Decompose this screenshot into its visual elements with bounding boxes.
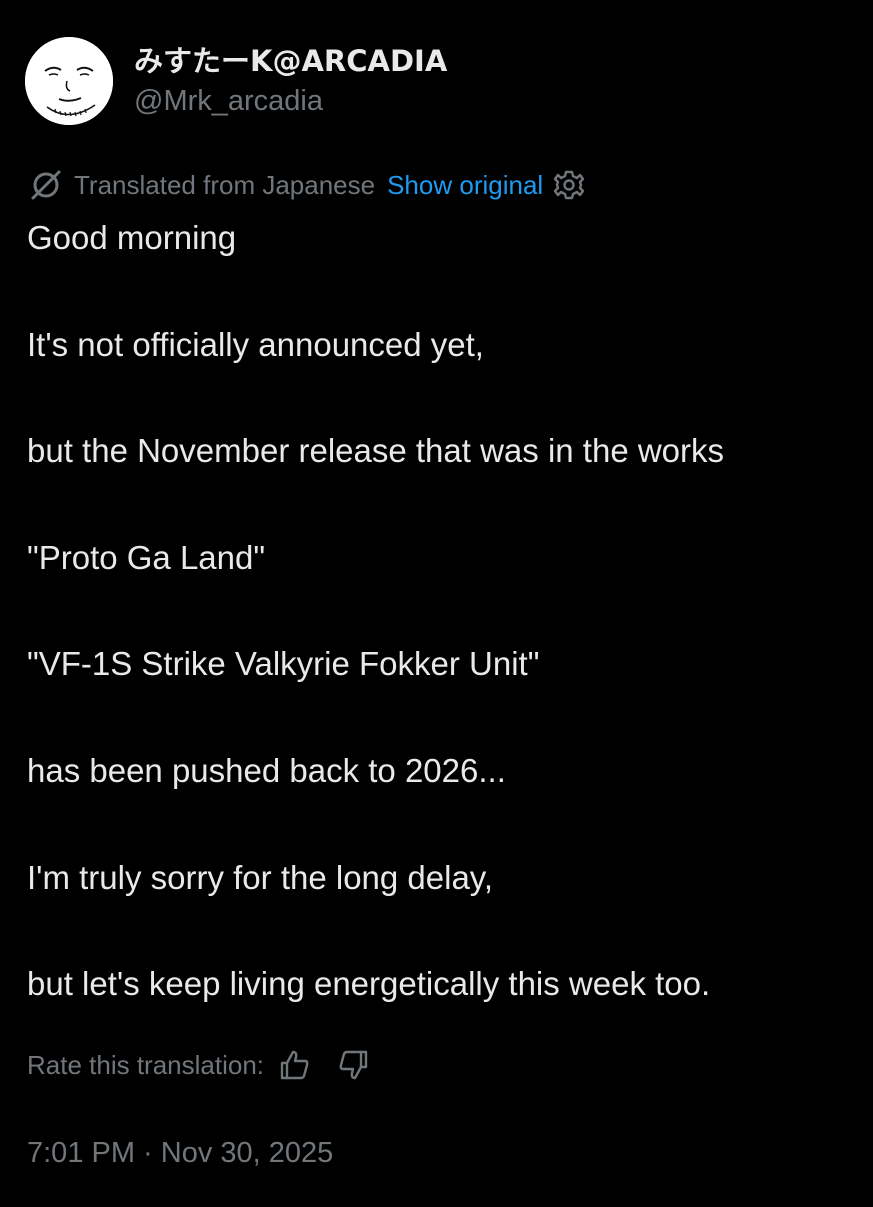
gear-icon[interactable]	[551, 167, 587, 203]
tweet-header: みすたーK@ARCADIA @Mrk_arcadia	[25, 37, 447, 125]
tweet-line: I'm truly sorry for the long delay,	[27, 858, 494, 896]
translated-from-label: Translated from Japanese	[74, 169, 376, 200]
tweet-text: Good morning It's not officially announc…	[27, 216, 867, 1069]
no-translate-icon	[27, 166, 65, 204]
tweet-line: has been pushed back to 2026...	[27, 751, 506, 789]
tweet-line: "Proto Ga Land"	[27, 538, 266, 576]
tweet-timestamp[interactable]: 7:01 PM · Nov 30, 2025	[27, 1133, 333, 1173]
thumbs-down-icon[interactable]	[334, 1046, 372, 1084]
face-sketch-avatar-icon	[25, 37, 113, 125]
tweet-line: but let's keep living energetically this…	[27, 965, 711, 1003]
author-names: みすたーK@ARCADIA @Mrk_arcadia	[134, 41, 447, 121]
tweet-line: "VF-1S Strike Valkyrie Fokker Unit"	[27, 645, 540, 683]
tweet-line: It's not officially announced yet,	[27, 325, 484, 363]
author-display-name[interactable]: みすたーK@ARCADIA	[134, 41, 447, 81]
tweet-line: Good morning	[27, 219, 237, 256]
rate-translation-bar: Rate this translation:	[27, 1045, 372, 1085]
rate-translation-label: Rate this translation:	[27, 1049, 265, 1080]
thumbs-up-icon[interactable]	[276, 1046, 314, 1084]
author-handle[interactable]: @Mrk_arcadia	[134, 81, 447, 121]
show-original-link[interactable]: Show original	[387, 170, 543, 201]
translation-bar: Translated from Japanese Show original	[27, 166, 587, 204]
avatar[interactable]	[25, 37, 113, 125]
tweet-line: but the November release that was in the…	[27, 432, 725, 470]
